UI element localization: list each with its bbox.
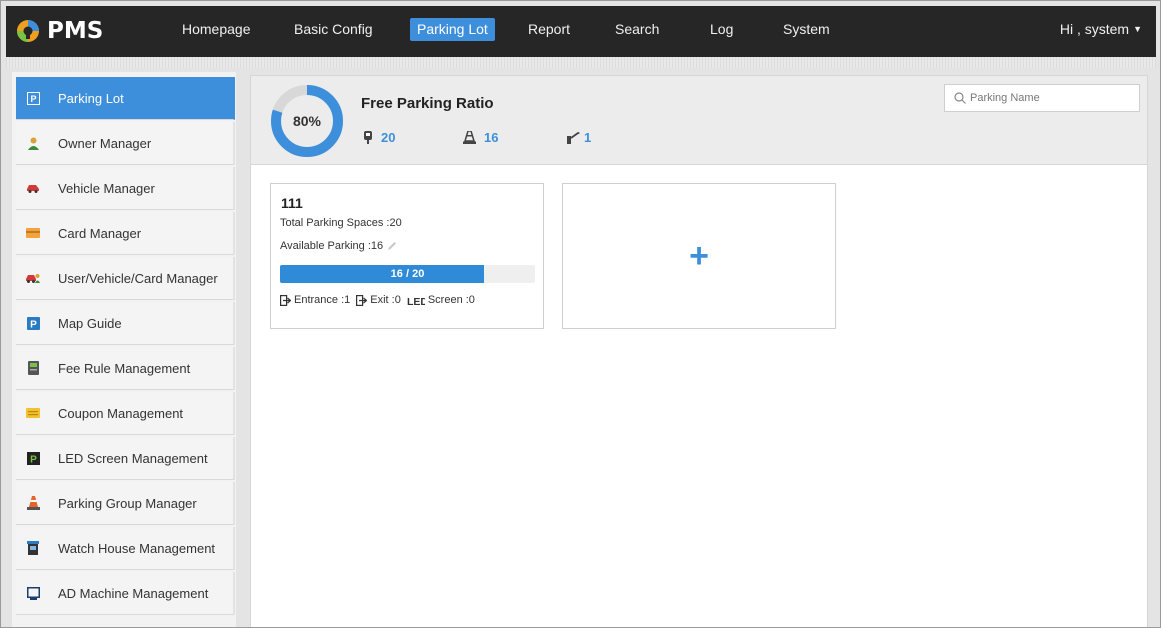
main-panel: 80% Free Parking Ratio 20 16 1 111 Tota bbox=[250, 75, 1148, 627]
nav-system[interactable]: System bbox=[776, 18, 837, 41]
svg-text:P: P bbox=[30, 94, 36, 104]
nav-basic-config[interactable]: Basic Config bbox=[287, 18, 380, 41]
nav-homepage[interactable]: Homepage bbox=[175, 18, 258, 41]
stat-total: 20 bbox=[363, 130, 395, 145]
led-screen-icon: P bbox=[26, 451, 40, 465]
map-parking-icon: P bbox=[26, 316, 40, 330]
exit-count: Exit :0 bbox=[370, 294, 401, 306]
exit-icon bbox=[356, 294, 368, 306]
card-icon bbox=[26, 226, 40, 240]
nav-report[interactable]: Report bbox=[521, 18, 577, 41]
person-icon bbox=[26, 136, 40, 150]
free-ratio-label: 80% bbox=[292, 113, 322, 129]
sidebar-item-label: LED Screen Management bbox=[58, 450, 208, 466]
sidebar-item-parking-group-manager[interactable]: Parking Group Manager bbox=[16, 482, 235, 525]
occupancy-progress: 16 / 20 bbox=[280, 265, 535, 283]
sidebar-item-label: Card Manager bbox=[58, 225, 142, 241]
sidebar-item-label: AD Machine Management bbox=[58, 585, 209, 601]
summary-title: Free Parking Ratio bbox=[361, 95, 494, 112]
coupon-icon bbox=[26, 406, 40, 420]
monitor-icon bbox=[26, 586, 40, 600]
sidebar-item-label: Coupon Management bbox=[58, 405, 184, 421]
sidebar-item-label: Map Guide bbox=[58, 315, 122, 331]
watch-house-icon bbox=[26, 541, 40, 555]
entrance-icon bbox=[280, 294, 291, 306]
screen-count: Screen :0 bbox=[427, 294, 475, 306]
sidebar-item-ad-machine-management[interactable]: AD Machine Management bbox=[16, 572, 235, 615]
top-navbar: PMS Homepage Basic Config Parking Lot Re… bbox=[6, 6, 1156, 57]
entrance-count: Entrance :1 bbox=[294, 294, 351, 306]
add-parking-lot-card[interactable]: + bbox=[562, 183, 836, 329]
parking-name-search[interactable] bbox=[944, 84, 1140, 112]
traffic-cone-icon bbox=[26, 496, 40, 510]
app-logo[interactable]: PMS bbox=[16, 16, 103, 46]
available-parking: Available Parking :16 bbox=[280, 240, 384, 252]
app-name: PMS bbox=[47, 18, 104, 44]
search-icon bbox=[954, 92, 966, 104]
parking-meter-icon bbox=[364, 131, 372, 144]
stat-entrances: 1 bbox=[566, 130, 591, 145]
svg-text:P: P bbox=[30, 454, 37, 465]
nav-search[interactable]: Search bbox=[608, 18, 666, 41]
header-divider bbox=[6, 57, 1156, 68]
barrier-gate-icon bbox=[567, 131, 580, 144]
app-window: PMS Homepage Basic Config Parking Lot Re… bbox=[0, 0, 1161, 628]
sidebar-item-label: Watch House Management bbox=[58, 540, 216, 556]
svg-text:LED: LED bbox=[407, 296, 425, 306]
sidebar-item-card-manager[interactable]: Card Manager bbox=[16, 212, 235, 255]
user-menu[interactable]: Hi , system ▼ bbox=[1060, 18, 1142, 41]
stat-entrances-value: 1 bbox=[584, 130, 592, 145]
traffic-cone-icon bbox=[463, 131, 476, 144]
sidebar-item-user-vehicle-card-manager[interactable]: User/Vehicle/Card Manager bbox=[16, 257, 235, 300]
sidebar-item-led-screen-management[interactable]: P LED Screen Management bbox=[16, 437, 235, 480]
card-footer: Entrance :1 Exit :0 LED Screen :0 bbox=[280, 294, 475, 306]
edit-pencil-icon[interactable] bbox=[387, 241, 397, 251]
nav-log[interactable]: Log bbox=[703, 18, 740, 41]
sidebar: P Parking Lot Owner Manager Vehicle Mana… bbox=[12, 72, 236, 627]
nav-parking-lot[interactable]: Parking Lot bbox=[410, 18, 495, 41]
sidebar-item-label: Fee Rule Management bbox=[58, 360, 191, 376]
fee-machine-icon bbox=[26, 361, 40, 375]
stat-available: 16 bbox=[463, 130, 498, 145]
occupancy-text: 16 / 20 bbox=[390, 268, 425, 280]
logo-mark-icon bbox=[17, 20, 39, 42]
add-icon: + bbox=[689, 237, 709, 275]
sidebar-item-label: Vehicle Manager bbox=[58, 180, 155, 196]
sidebar-item-map-guide[interactable]: P Map Guide bbox=[16, 302, 235, 345]
car-person-icon bbox=[26, 271, 40, 285]
sidebar-item-coupon-management[interactable]: Coupon Management bbox=[16, 392, 235, 435]
car-icon bbox=[26, 181, 40, 195]
sidebar-item-owner-manager[interactable]: Owner Manager bbox=[16, 122, 235, 165]
total-spaces: Total Parking Spaces :20 bbox=[280, 217, 402, 229]
svg-text:P: P bbox=[30, 319, 37, 330]
stat-available-value: 16 bbox=[484, 130, 499, 145]
sidebar-item-label: Parking Lot bbox=[58, 90, 124, 106]
led-icon: LED bbox=[407, 295, 425, 306]
free-parking-summary: 80% Free Parking Ratio 20 16 1 bbox=[251, 76, 1147, 165]
sidebar-item-label: User/Vehicle/Card Manager bbox=[58, 270, 218, 286]
parking-lot-name: 111 bbox=[281, 195, 303, 211]
caret-down-icon: ▼ bbox=[1133, 24, 1142, 34]
stat-total-value: 20 bbox=[381, 130, 396, 145]
sidebar-item-label: Owner Manager bbox=[58, 135, 152, 151]
parking-lot-card[interactable]: 111 Total Parking Spaces :20 Available P… bbox=[270, 183, 544, 329]
parking-p-icon: P bbox=[26, 91, 40, 105]
user-greeting: Hi , system bbox=[1059, 21, 1130, 37]
sidebar-item-vehicle-manager[interactable]: Vehicle Manager bbox=[16, 167, 235, 210]
sidebar-item-parking-lot[interactable]: P Parking Lot bbox=[16, 77, 235, 120]
sidebar-item-fee-rule-management[interactable]: Fee Rule Management bbox=[16, 347, 235, 390]
sidebar-item-label: Parking Group Manager bbox=[58, 495, 197, 511]
search-input[interactable] bbox=[970, 92, 1120, 104]
available-parking-row: Available Parking :16 bbox=[280, 240, 397, 252]
sidebar-item-watch-house-management[interactable]: Watch House Management bbox=[16, 527, 235, 570]
